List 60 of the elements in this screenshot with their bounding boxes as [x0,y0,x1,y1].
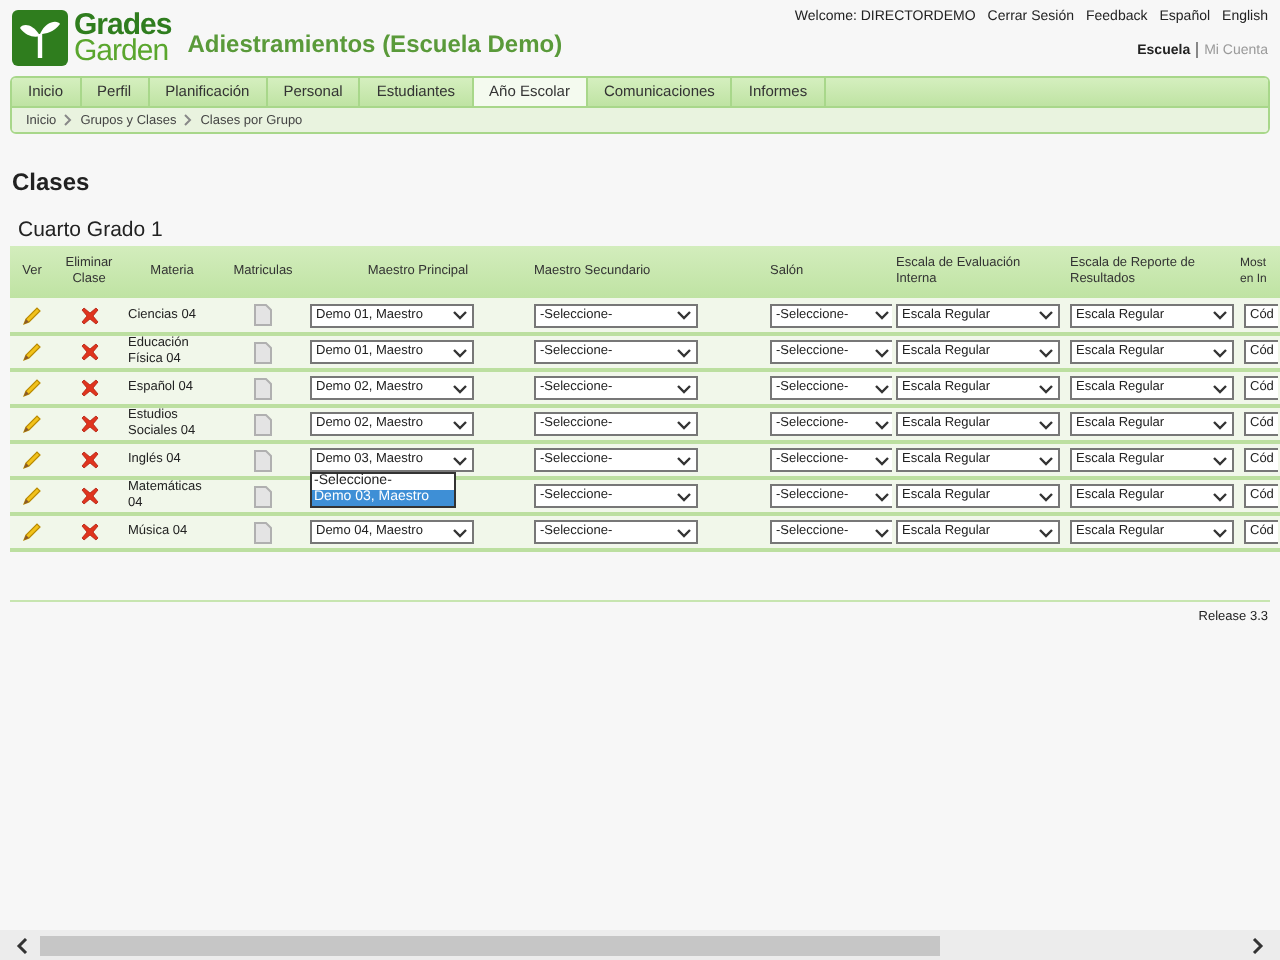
horizontal-scrollbar[interactable] [0,930,1280,960]
caret-icon [1038,419,1054,429]
delete-icon[interactable] [79,342,99,362]
delete-icon[interactable] [79,378,99,398]
caret-icon [874,347,890,357]
caret-icon [874,527,890,537]
logo-text: Garden [74,38,169,64]
caret-icon [676,310,692,320]
caret-icon [676,347,692,357]
caret-icon [452,419,468,429]
pencil-icon[interactable] [22,486,42,506]
pencil-icon[interactable] [22,414,42,434]
caret-icon [676,527,692,537]
pencil-icon[interactable] [22,450,42,470]
caret-icon [1212,419,1228,429]
caret-icon [676,419,692,429]
scroll-left-icon[interactable] [16,937,28,953]
delete-icon[interactable] [79,414,99,434]
caret-icon [1212,527,1228,537]
section-title: Cuarto Grado 1 [18,218,165,242]
caret-icon [874,491,890,501]
caret-icon [1212,491,1228,501]
caret-icon [452,383,468,393]
pencil-icon[interactable] [22,342,42,362]
caret-icon [1038,383,1054,393]
delete-icon[interactable] [79,486,99,506]
caret-icon [1038,527,1054,537]
caret-icon [452,455,468,465]
caret-icon [1038,491,1054,501]
delete-icon[interactable] [79,305,99,325]
logo-text: Grades [74,12,172,38]
chevron-icon [184,114,193,126]
caret-icon [874,419,890,429]
caret-icon [452,347,468,357]
pencil-icon[interactable] [22,522,42,542]
caret-icon [1212,455,1228,465]
page-title: Clases [12,168,92,196]
chevron-icon [64,114,73,126]
caret-icon [676,455,692,465]
caret-icon [452,527,468,537]
caret-icon [874,310,890,320]
caret-icon [676,491,692,501]
caret-icon [676,383,692,393]
caret-icon [1038,455,1054,465]
pencil-icon[interactable] [22,305,42,325]
caret-icon [1212,310,1228,320]
delete-icon[interactable] [79,450,99,470]
scrollbar-thumb[interactable] [40,935,940,955]
caret-icon [1038,310,1054,320]
caret-icon [874,455,890,465]
pencil-icon[interactable] [22,378,42,398]
caret-icon [874,383,890,393]
caret-icon [1038,347,1054,357]
school-title: Adiestramientos (Escuela Demo) [187,30,563,58]
caret-icon [1212,383,1228,393]
sprout-icon [12,10,68,66]
scroll-right-icon[interactable] [1252,937,1264,953]
delete-icon[interactable] [79,522,99,542]
caret-icon [1212,347,1228,357]
caret-icon [452,310,468,320]
